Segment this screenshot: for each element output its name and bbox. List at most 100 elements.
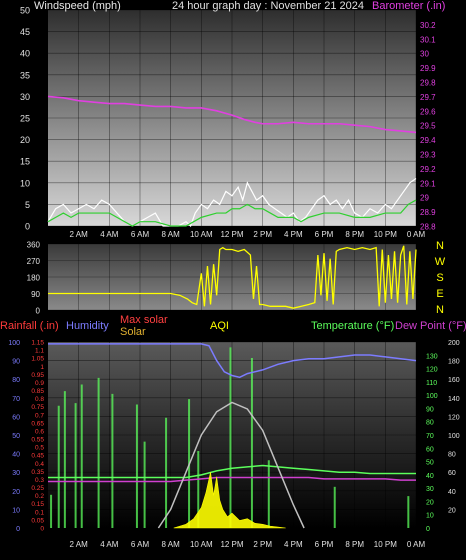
aqi-label: AQI bbox=[210, 320, 229, 332]
temperature-tick-label: 70 bbox=[426, 433, 434, 440]
rain-tick-label: 1.1 bbox=[35, 348, 44, 355]
wind-tick-label: 15 bbox=[20, 157, 30, 167]
temperature-label: Temperature (°F) bbox=[311, 320, 395, 332]
humidity-tick-label: 30 bbox=[12, 470, 20, 477]
rain-tick-label: 0.55 bbox=[31, 437, 44, 444]
temperature-tick-label: 60 bbox=[426, 446, 434, 453]
solar-label: Solar bbox=[120, 326, 146, 338]
humidity-tick-label: 50 bbox=[12, 433, 20, 440]
temperature-tick-label: 130 bbox=[426, 353, 438, 360]
time-tick-label: 10 PM bbox=[374, 540, 397, 549]
compass-label: S bbox=[436, 272, 443, 284]
barometer-tick-label: 29.5 bbox=[420, 122, 436, 131]
solar-tick-label: 180 bbox=[448, 359, 460, 366]
humidity-tick-label: 100 bbox=[8, 340, 20, 347]
compass-label: N bbox=[436, 240, 444, 252]
temperature-tick-label: 40 bbox=[426, 473, 434, 480]
time-tick-label: 2 PM bbox=[253, 540, 272, 549]
time-tick-label: 4 PM bbox=[284, 230, 303, 239]
temperature-tick-label: 10 bbox=[426, 513, 434, 520]
time-tick-label: 8 AM bbox=[162, 230, 181, 239]
time-tick-label: 10 PM bbox=[374, 230, 397, 239]
solar-tick-label: 200 bbox=[448, 340, 460, 347]
rainfall-label: Rainfall (.in) bbox=[0, 320, 59, 332]
time-tick-label: 4 AM bbox=[100, 540, 119, 549]
time-tick-label: 10 AM bbox=[190, 540, 213, 549]
humidity-tick-label: 80 bbox=[12, 377, 20, 384]
barometer-tick-label: 29.7 bbox=[420, 93, 436, 102]
max-solar-label: Max solar bbox=[120, 314, 168, 326]
wind-tick-label: 45 bbox=[20, 27, 30, 37]
humidity-tick-label: 10 bbox=[12, 507, 20, 514]
temperature-tick-label: 90 bbox=[426, 406, 434, 413]
time-tick-label: 0 AM bbox=[407, 230, 426, 239]
wind-tick-label: 0 bbox=[25, 222, 30, 232]
rain-tick-label: 0.1 bbox=[35, 509, 44, 516]
barometer-tick-label: 30.1 bbox=[420, 35, 436, 44]
wind-tick-label: 35 bbox=[20, 70, 30, 80]
rain-tick-label: 0.6 bbox=[35, 428, 44, 435]
solar-tick-label: 100 bbox=[448, 433, 460, 440]
rain-tick-label: 0.45 bbox=[31, 453, 44, 460]
wind-tick-label: 40 bbox=[20, 49, 30, 59]
barometer-tick-label: 28.9 bbox=[420, 208, 436, 217]
barometer-axis-title: Barometer (.in) bbox=[372, 0, 446, 12]
time-tick-label: 2 PM bbox=[253, 230, 272, 239]
humidity-tick-label: 40 bbox=[12, 452, 20, 459]
time-tick-label: 6 AM bbox=[131, 540, 150, 549]
weather-graph: 0 5 10 15 20 25 30 35 40 45 50 28.8 28.9 29 29.1 29.2 29… bbox=[0, 0, 466, 555]
wind-tick-label: 50 bbox=[20, 6, 30, 16]
rain-tick-label: 0 bbox=[40, 526, 44, 533]
time-tick-label: 6 AM bbox=[131, 230, 150, 239]
barometer-tick-label: 29.2 bbox=[420, 165, 436, 174]
barometer-tick-label: 29.6 bbox=[420, 107, 436, 116]
dew-point-label: Dew Point (°F) bbox=[395, 320, 466, 332]
rain-tick-label: 0.5 bbox=[35, 445, 44, 452]
compass-label: W bbox=[435, 256, 446, 268]
time-tick-label: 0 AM bbox=[407, 540, 426, 549]
direction-tick-label: 180 bbox=[27, 274, 41, 283]
solar-tick-label: 80 bbox=[448, 452, 456, 459]
barometer-tick-label: 29.1 bbox=[420, 179, 436, 188]
barometer-tick-label: 29.8 bbox=[420, 79, 436, 88]
time-tick-label: 8 PM bbox=[345, 230, 364, 239]
wind-tick-label: 20 bbox=[20, 135, 30, 145]
rain-tick-label: 0.75 bbox=[31, 404, 44, 411]
temperature-tick-label: 20 bbox=[426, 499, 434, 506]
humidity-label: Humidity bbox=[66, 320, 109, 332]
humidity-tick-label: 60 bbox=[12, 414, 20, 421]
rain-tick-label: 0.15 bbox=[31, 501, 44, 508]
rain-tick-label: 0.35 bbox=[31, 469, 44, 476]
solar-tick-label: 120 bbox=[448, 414, 460, 421]
time-tick-label: 8 PM bbox=[345, 540, 364, 549]
direction-tick-label: 0 bbox=[36, 307, 41, 316]
rain-tick-label: 0.95 bbox=[31, 372, 44, 379]
direction-tick-label: 270 bbox=[27, 257, 41, 266]
solar-tick-label: 160 bbox=[448, 377, 460, 384]
rain-tick-label: 0.05 bbox=[31, 517, 44, 524]
barometer-tick-label: 29 bbox=[420, 194, 429, 203]
rain-tick-label: 0.2 bbox=[35, 493, 44, 500]
time-tick-label: 4 AM bbox=[100, 230, 119, 239]
humidity-tick-label: 70 bbox=[12, 396, 20, 403]
barometer-tick-label: 29.3 bbox=[420, 151, 436, 160]
time-tick-label: 10 AM bbox=[190, 230, 213, 239]
rain-tick-label: 0.25 bbox=[31, 485, 44, 492]
solar-tick-label: 60 bbox=[448, 470, 456, 477]
rain-tick-label: 0.85 bbox=[31, 388, 44, 395]
direction-tick-label: 360 bbox=[27, 241, 41, 250]
time-tick-label: 12 PM bbox=[220, 230, 243, 239]
time-tick-label: 6 PM bbox=[315, 540, 334, 549]
compass-label: N bbox=[436, 304, 444, 316]
direction-tick-label: 90 bbox=[31, 290, 40, 299]
temperature-tick-label: 30 bbox=[426, 486, 434, 493]
temperature-tick-label: 110 bbox=[426, 380, 437, 387]
barometer-tick-label: 29.9 bbox=[420, 64, 436, 73]
barometer-tick-label: 30 bbox=[420, 50, 429, 59]
rain-tick-label: 0.7 bbox=[35, 412, 44, 419]
time-tick-label: 2 AM bbox=[70, 540, 89, 549]
humidity-tick-label: 90 bbox=[12, 359, 20, 366]
temperature-tick-label: 50 bbox=[426, 460, 434, 467]
temperature-tick-label: 120 bbox=[426, 367, 438, 374]
wind-tick-label: 5 bbox=[25, 200, 30, 210]
